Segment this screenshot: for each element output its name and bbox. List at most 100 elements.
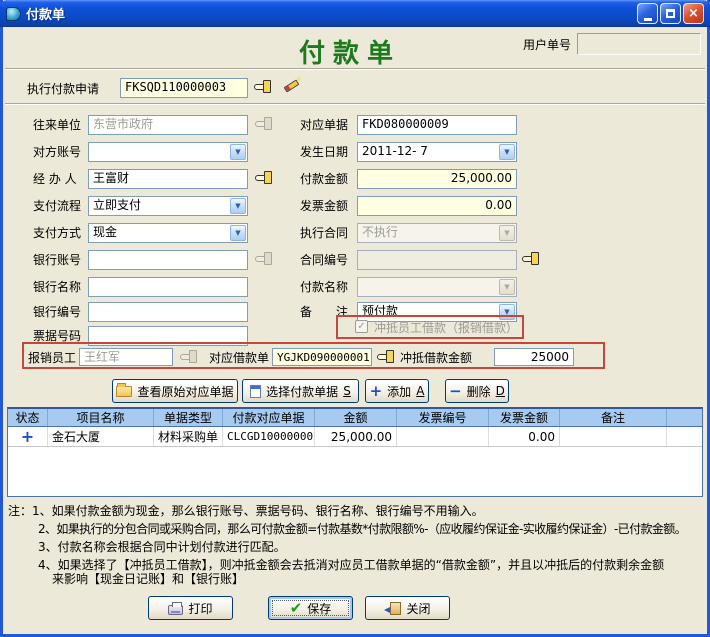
check-icon: ✔ bbox=[290, 601, 303, 616]
col-header-filler bbox=[667, 409, 702, 426]
bank-name-input[interactable] bbox=[88, 277, 248, 297]
save-button[interactable]: ✔ 保存 bbox=[268, 596, 353, 620]
cell-invoice-amount[interactable]: 0.00 bbox=[489, 427, 560, 446]
cell-filler bbox=[667, 427, 702, 446]
payment-method-label: 支付方式 bbox=[33, 226, 81, 240]
minimize-icon bbox=[644, 18, 652, 21]
offset-amount-input[interactable]: 25000 bbox=[494, 348, 574, 366]
button-label: 删除 bbox=[467, 383, 491, 400]
cell-status[interactable]: + bbox=[8, 427, 48, 446]
payment-name-label: 付款名称 bbox=[300, 280, 348, 294]
payment-amount-input[interactable]: 25,000.00 bbox=[357, 169, 517, 189]
cell-remark[interactable] bbox=[560, 427, 667, 446]
add-button[interactable]: + 添加A bbox=[365, 379, 429, 403]
bank-lookup-hand-icon bbox=[255, 252, 273, 266]
exec-lookup-hand-icon[interactable] bbox=[254, 80, 272, 94]
contract-no-input bbox=[357, 250, 517, 270]
close-icon: × bbox=[688, 6, 699, 21]
maximize-button[interactable] bbox=[660, 3, 681, 24]
bank-code-label: 银行编号 bbox=[33, 305, 81, 319]
minimize-button[interactable] bbox=[637, 3, 658, 24]
bank-account-label: 银行账号 bbox=[33, 253, 81, 267]
col-header-doc-type[interactable]: 单据类型 bbox=[154, 409, 223, 426]
select-payment-doc-button[interactable]: 选择付款单据S bbox=[242, 379, 359, 403]
combo-value: 立即支付 bbox=[93, 198, 141, 212]
payment-method-combo[interactable]: 现金 ▼ bbox=[88, 223, 248, 243]
contract-no-label: 合同编号 bbox=[300, 253, 348, 267]
table-row[interactable]: + 金石大厦 材料采购单 CLCGD100000007 25,000.00 0.… bbox=[8, 427, 702, 447]
accesskey: D bbox=[496, 384, 505, 398]
folder-icon bbox=[116, 386, 132, 397]
cell-project[interactable]: 金石大厦 bbox=[48, 427, 154, 446]
bank-code-input[interactable] bbox=[88, 302, 248, 322]
reimburse-employee-input: 王红军 bbox=[79, 348, 173, 366]
col-header-pay-doc[interactable]: 付款对应单据 bbox=[223, 409, 315, 426]
col-header-remark[interactable]: 备注 bbox=[560, 409, 667, 426]
offset-loan-checkbox: ✓ bbox=[355, 320, 368, 333]
delete-button[interactable]: − 删除D bbox=[445, 379, 509, 403]
col-header-status[interactable]: 状态 bbox=[8, 409, 48, 426]
bank-name-label: 银行名称 bbox=[33, 280, 81, 294]
chevron-down-icon[interactable]: ▼ bbox=[230, 144, 246, 160]
handler-input[interactable]: 王富财 bbox=[88, 169, 248, 189]
documents-table: 状态 项目名称 单据类型 付款对应单据 金额 发票编号 发票金额 备注 + 金石… bbox=[7, 407, 703, 497]
print-button[interactable]: 打印 bbox=[148, 596, 233, 620]
execute-contract-combo: 不执行 ▼ bbox=[357, 223, 517, 243]
note-line-3: 3、付款名称会根据合同中计划付款进行匹配。 bbox=[38, 540, 286, 554]
reimburse-employee-label: 报销员工 bbox=[28, 351, 76, 365]
chevron-down-icon[interactable]: ▼ bbox=[499, 144, 515, 160]
col-header-amount[interactable]: 金额 bbox=[315, 409, 397, 426]
col-header-invoice-no[interactable]: 发票编号 bbox=[397, 409, 489, 426]
cell-pay-doc[interactable]: CLCGD100000007 bbox=[223, 427, 315, 446]
payment-name-combo: ▼ bbox=[357, 277, 517, 297]
occur-date-label: 发生日期 bbox=[300, 145, 348, 159]
payment-amount-label: 付款金额 bbox=[300, 172, 348, 186]
handler-label: 经 办 人 bbox=[33, 172, 77, 186]
chevron-down-icon[interactable]: ▼ bbox=[230, 225, 246, 241]
title-bar: 付款单 × bbox=[0, 0, 710, 27]
handler-lookup-hand-icon[interactable] bbox=[255, 171, 273, 185]
ref-document-input[interactable]: FKD080000009 bbox=[357, 115, 517, 135]
cell-doc-type[interactable]: 材料采购单 bbox=[154, 427, 223, 446]
close-button[interactable]: × bbox=[683, 3, 704, 24]
exec-request-input[interactable]: FKSQD110000003 bbox=[120, 78, 248, 98]
divider bbox=[5, 68, 705, 70]
invoice-amount-label: 发票金额 bbox=[300, 199, 348, 213]
employee-lookup-hand-icon bbox=[180, 350, 198, 364]
bill-number-label: 票据号码 bbox=[33, 329, 81, 343]
chevron-down-icon: ▼ bbox=[499, 279, 515, 295]
counterpart-unit-label: 往来单位 bbox=[33, 118, 81, 132]
view-original-doc-button[interactable]: 查看原始对应单据 bbox=[112, 379, 238, 403]
contract-lookup-hand-icon[interactable] bbox=[522, 252, 540, 266]
col-header-invoice-amount[interactable]: 发票金额 bbox=[489, 409, 560, 426]
window-title: 付款单 bbox=[26, 4, 632, 23]
edit-pen-icon[interactable] bbox=[282, 77, 302, 94]
combo-value: 不执行 bbox=[362, 225, 398, 239]
user-no-field[interactable] bbox=[577, 33, 701, 55]
note-line-4: 4、如果选择了【冲抵员工借款】，则冲抵金额会去抵消对应员工借款单据的“借款金额”… bbox=[38, 558, 664, 572]
document-icon bbox=[250, 385, 261, 398]
divider bbox=[5, 103, 705, 105]
offset-amount-label: 冲抵借款金额 bbox=[400, 351, 472, 365]
app-icon bbox=[6, 7, 21, 21]
payment-flow-combo[interactable]: 立即支付 ▼ bbox=[88, 196, 248, 216]
loan-doc-input[interactable]: YGJKD090000001 bbox=[272, 348, 372, 366]
close-form-button[interactable]: 关闭 bbox=[365, 596, 450, 620]
loan-lookup-hand-icon[interactable] bbox=[377, 350, 395, 364]
occur-date-combo[interactable]: 2011-12- 7 ▼ bbox=[357, 142, 517, 162]
page-title: 付款单 bbox=[299, 33, 401, 70]
cell-invoice-no[interactable] bbox=[397, 427, 489, 446]
offset-loan-checkbox-label: 冲抵员工借款（报销借款） bbox=[374, 321, 518, 335]
button-label: 关闭 bbox=[406, 600, 430, 617]
bank-account-input[interactable] bbox=[88, 250, 248, 270]
invoice-amount-input[interactable]: 0.00 bbox=[357, 196, 517, 216]
counterpart-account-combo[interactable]: ▼ bbox=[88, 142, 248, 162]
maximize-icon bbox=[666, 9, 675, 18]
cell-amount[interactable]: 25,000.00 bbox=[315, 427, 397, 446]
exit-door-icon bbox=[390, 602, 401, 615]
note-line-5: 来影响【现金日记账】和【银行账】 bbox=[52, 572, 244, 586]
chevron-down-icon[interactable]: ▼ bbox=[230, 198, 246, 214]
row-expand-plus-icon[interactable]: + bbox=[21, 429, 34, 445]
button-label: 添加 bbox=[387, 383, 411, 400]
col-header-project[interactable]: 项目名称 bbox=[48, 409, 154, 426]
